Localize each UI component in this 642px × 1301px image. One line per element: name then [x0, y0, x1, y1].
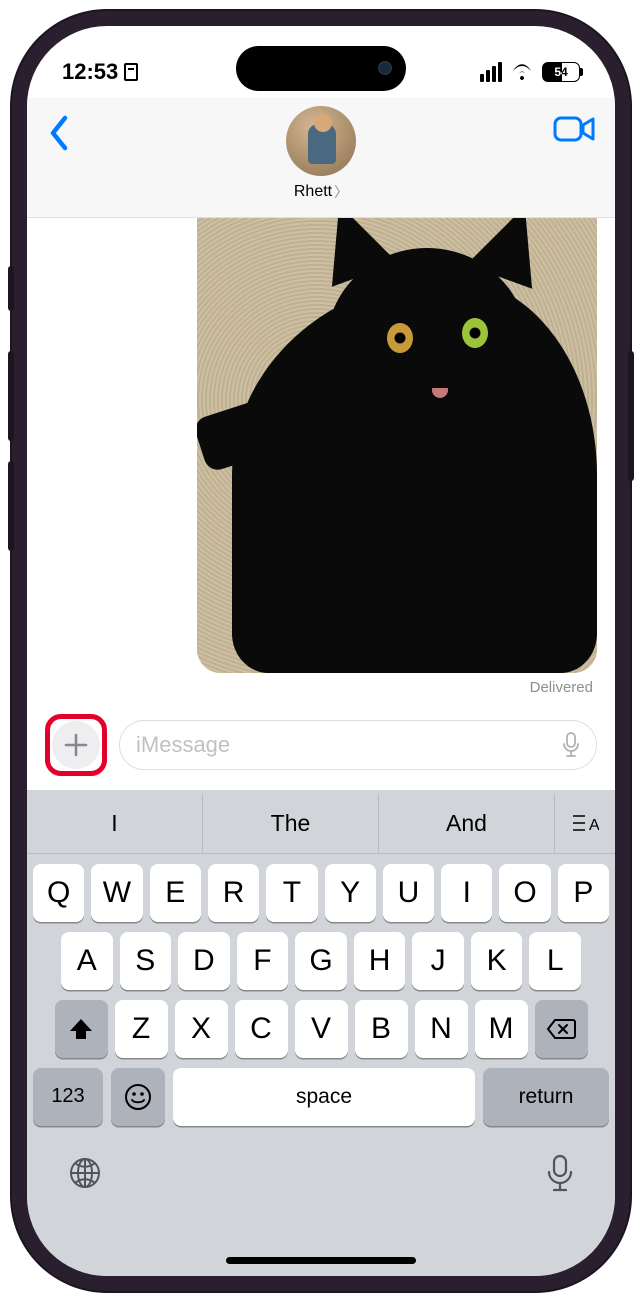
side-button-vol-down	[8, 461, 14, 551]
cell-signal-icon	[480, 62, 502, 82]
annotation-highlight	[45, 714, 107, 776]
dictation-icon[interactable]	[562, 732, 580, 758]
key-n[interactable]: N	[415, 1000, 468, 1058]
compose-bar: iMessage	[27, 706, 615, 790]
phone-frame: 12:53 54 Rhett 〉	[12, 11, 630, 1291]
keyboard: I The And A Q W E R T Y U I O P A	[27, 790, 615, 1276]
message-input[interactable]: iMessage	[119, 720, 597, 770]
key-d[interactable]: D	[178, 932, 230, 990]
text-replacement-icon[interactable]: A	[555, 794, 615, 853]
dynamic-island	[236, 46, 406, 91]
key-r[interactable]: R	[208, 864, 259, 922]
dictation-key-icon[interactable]	[545, 1154, 575, 1192]
key-p[interactable]: P	[558, 864, 609, 922]
key-z[interactable]: Z	[115, 1000, 168, 1058]
key-v[interactable]: V	[295, 1000, 348, 1058]
screen: 12:53 54 Rhett 〉	[27, 26, 615, 1276]
suggestion-3[interactable]: And	[379, 794, 555, 853]
key-q[interactable]: Q	[33, 864, 84, 922]
contact-avatar	[286, 106, 356, 176]
wifi-icon	[510, 63, 534, 81]
side-button-vol-up	[8, 351, 14, 441]
key-k[interactable]: K	[471, 932, 523, 990]
key-h[interactable]: H	[354, 932, 406, 990]
key-a[interactable]: A	[61, 932, 113, 990]
shift-key[interactable]	[55, 1000, 108, 1058]
shift-icon	[68, 1016, 94, 1042]
backspace-icon	[546, 1018, 576, 1040]
key-x[interactable]: X	[175, 1000, 228, 1058]
key-u[interactable]: U	[383, 864, 434, 922]
contact-name-label: Rhett	[294, 183, 332, 201]
message-thread[interactable]: Delivered	[27, 218, 615, 706]
front-camera	[378, 61, 392, 75]
key-e[interactable]: E	[150, 864, 201, 922]
suggestion-2[interactable]: The	[203, 794, 379, 853]
key-row-1: Q W E R T Y U I O P	[27, 854, 615, 922]
plus-icon	[63, 732, 89, 758]
key-m[interactable]: M	[475, 1000, 528, 1058]
key-g[interactable]: G	[295, 932, 347, 990]
key-f[interactable]: F	[237, 932, 289, 990]
sent-image-attachment[interactable]	[197, 218, 597, 673]
svg-text:A: A	[589, 817, 599, 834]
key-o[interactable]: O	[499, 864, 550, 922]
side-button-power	[628, 351, 634, 481]
contact-info-button[interactable]: Rhett 〉	[286, 106, 356, 202]
side-button-mute	[8, 266, 14, 311]
chevron-right-icon: 〉	[334, 182, 348, 202]
backspace-key[interactable]	[535, 1000, 588, 1058]
globe-icon[interactable]	[67, 1155, 103, 1191]
delivery-status: Delivered	[530, 679, 593, 696]
status-time: 12:53	[62, 59, 118, 85]
key-y[interactable]: Y	[325, 864, 376, 922]
emoji-icon	[123, 1082, 153, 1112]
conversation-header: Rhett 〉	[27, 98, 615, 218]
key-t[interactable]: T	[266, 864, 317, 922]
key-row-2: A S D F G H J K L	[27, 922, 615, 990]
key-row-4: 123 space return	[27, 1058, 615, 1126]
numbers-key[interactable]: 123	[33, 1068, 103, 1126]
back-button[interactable]	[47, 106, 71, 157]
return-key[interactable]: return	[483, 1068, 609, 1126]
home-indicator[interactable]	[226, 1257, 416, 1264]
space-key[interactable]: space	[173, 1068, 475, 1126]
emoji-key[interactable]	[111, 1068, 165, 1126]
key-w[interactable]: W	[91, 864, 142, 922]
key-j[interactable]: J	[412, 932, 464, 990]
message-placeholder: iMessage	[136, 732, 230, 758]
keyboard-footer	[27, 1126, 615, 1212]
plus-button[interactable]	[52, 721, 100, 769]
suggestion-1[interactable]: I	[27, 794, 203, 853]
suggestion-bar: I The And A	[27, 794, 615, 854]
battery-icon: 54	[542, 62, 580, 82]
key-b[interactable]: B	[355, 1000, 408, 1058]
dual-sim-icon	[124, 63, 138, 81]
key-c[interactable]: C	[235, 1000, 288, 1058]
key-l[interactable]: L	[529, 932, 581, 990]
facetime-button[interactable]	[553, 106, 595, 149]
key-i[interactable]: I	[441, 864, 492, 922]
key-s[interactable]: S	[120, 932, 172, 990]
key-row-3: Z X C V B N M	[27, 990, 615, 1058]
